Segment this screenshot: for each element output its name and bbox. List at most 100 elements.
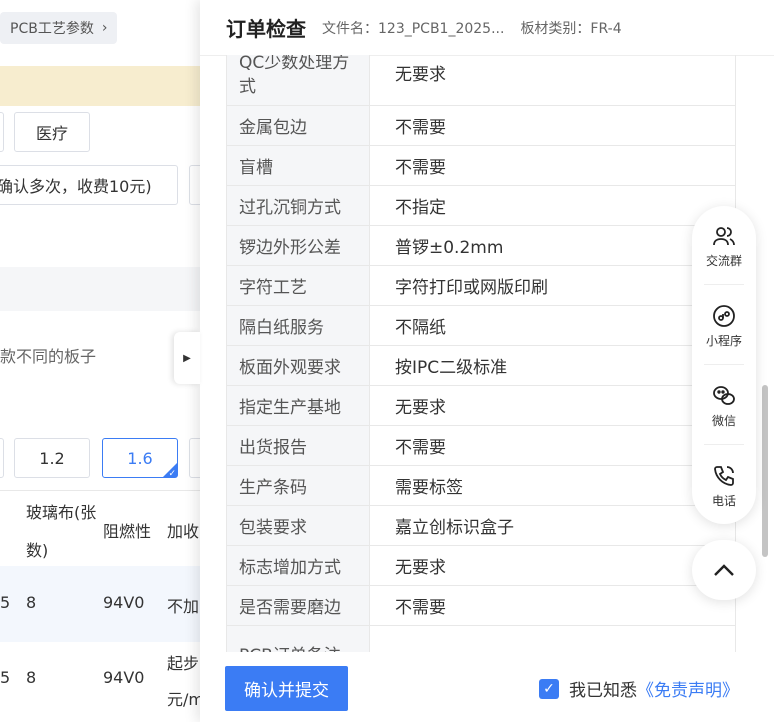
thickness-option-1-6[interactable]: 1.6 ✓ <box>102 438 178 479</box>
confirm-submit-button[interactable]: 确认并提交 <box>225 666 348 711</box>
param-value: 无要求 <box>369 55 736 106</box>
param-value <box>369 625 736 652</box>
check-icon: ✓ <box>168 469 176 479</box>
param-label: 锣边外形公差 <box>226 225 370 266</box>
param-label: 板面外观要求 <box>226 345 370 386</box>
caret-right-icon: ▶ <box>183 352 191 364</box>
table-row: 金属包边 不需要 <box>226 105 736 146</box>
thickness-label: 1.6 <box>127 448 153 468</box>
wechat-button[interactable]: 微信 <box>692 366 756 446</box>
mini-program-button[interactable]: 小程序 <box>692 286 756 366</box>
medical-button[interactable]: 医疗 <box>14 112 90 152</box>
table-header: 玻璃布(张 数) 阻燃性 加收 <box>0 490 200 567</box>
param-label: 标志增加方式 <box>226 545 370 586</box>
header-flame: 阻燃性 <box>103 522 152 541</box>
board-type: 板材类别：FR-4 <box>520 20 622 37</box>
cell: 元/m <box>167 690 204 709</box>
notice-bar <box>0 66 200 106</box>
cell: 5 <box>0 593 11 612</box>
divider <box>704 364 744 365</box>
param-value: 按IPC二级标准 <box>369 345 736 386</box>
param-value: 无要求 <box>369 545 736 586</box>
cell: 不加 <box>167 597 200 616</box>
phone-label: 电话 <box>711 493 736 508</box>
wechat-label: 微信 <box>711 413 736 428</box>
table-row: 板面外观要求 按IPC二级标准 <box>226 345 736 386</box>
cell: 8 <box>26 668 37 687</box>
param-label: 出货报告 <box>226 425 370 466</box>
param-label: 隔白纸服务 <box>226 305 370 346</box>
table-row: 标志增加方式 无要求 <box>226 545 736 586</box>
checkbox-checked-icon[interactable]: ✓ <box>539 678 559 699</box>
drawer-title: 订单检查 <box>226 17 306 41</box>
divider <box>704 284 744 285</box>
scrollbar[interactable] <box>762 55 770 652</box>
users-icon <box>713 226 735 245</box>
section-band <box>0 267 200 311</box>
table-row: 锣边外形公差 普锣±0.2mm <box>226 225 736 266</box>
param-label: 过孔沉铜方式 <box>226 185 370 226</box>
table-row: 出货报告 不需要 <box>226 425 736 466</box>
cell: 起步 <box>167 654 200 673</box>
floating-toolbar: 交流群 小程序 微信 电话 <box>692 206 756 524</box>
table-row: 生产条码 需要标签 <box>226 465 736 506</box>
drawer-header: 订单检查 文件名：123_PCB1_2025... 板材类别：FR-4 <box>200 0 774 56</box>
medical-label: 医疗 <box>35 124 68 143</box>
param-table-wrap[interactable]: QC少数处理方式 无要求 金属包边 不需要 盲槽 不需要 过孔沉铜方式 不指定 锣边外形公差 普锣… <box>226 55 736 652</box>
drawer-collapse-tab[interactable]: ▶ <box>174 332 200 384</box>
confirm-option-label: 确认多次，收费10元) <box>0 177 152 196</box>
order-check-drawer: 订单检查 文件名：123_PCB1_2025... 板材类别：FR-4 QC少数… <box>200 0 774 722</box>
table-row: 盲槽 不需要 <box>226 145 736 186</box>
table-row[interactable]: 5 8 94V0 不加 <box>0 566 200 642</box>
param-value: 需要标签 <box>369 465 736 506</box>
table-row: PCB订单备注 <box>226 625 736 652</box>
param-value: 不需要 <box>369 145 736 186</box>
cell: 94V0 <box>103 593 145 612</box>
agree-checkbox-row[interactable]: ✓ 我已知悉 《免责声明》 <box>539 676 739 701</box>
wechat-icon <box>713 385 735 405</box>
cell: 5 <box>0 668 11 687</box>
confirm-option-button[interactable]: 确认多次，收费10元) <box>0 165 178 205</box>
group-chat-button[interactable]: 交流群 <box>692 206 756 286</box>
mini-program-icon <box>713 304 735 327</box>
param-label: 字符工艺 <box>226 265 370 306</box>
table-row: QC少数处理方式 无要求 <box>226 55 736 106</box>
table-row: 字符工艺 字符打印或网版印刷 <box>226 265 736 306</box>
param-value: 不需要 <box>369 105 736 146</box>
param-label: 指定生产基地 <box>226 385 370 426</box>
param-label: 是否需要磨边 <box>226 585 370 626</box>
cell: 94V0 <box>103 668 145 687</box>
header-extra: 加收 <box>167 522 200 541</box>
agree-label: 我已知悉 <box>569 681 637 701</box>
cell: 8 <box>26 593 37 612</box>
option-left-button[interactable] <box>0 112 4 152</box>
table-row[interactable]: 5 8 94V0 起步 元/m <box>0 642 204 722</box>
param-value: 字符打印或网版印刷 <box>369 265 736 306</box>
group-chat-label: 交流群 <box>705 253 742 268</box>
param-value: 无要求 <box>369 385 736 426</box>
param-value: 不指定 <box>369 185 736 226</box>
param-label: 金属包边 <box>226 105 370 146</box>
table-row: 指定生产基地 无要求 <box>226 385 736 426</box>
thickness-label: 1.2 <box>39 448 65 468</box>
disclaimer-link[interactable]: 《免责声明》 <box>637 676 739 701</box>
chevron-right-icon: › <box>101 20 108 36</box>
drawer-footer: 确认并提交 ✓ 我已知悉 《免责声明》 <box>200 652 774 722</box>
thickness-option-left[interactable] <box>0 438 4 478</box>
chevron-up-icon <box>714 564 734 576</box>
param-label: PCB订单备注 <box>226 625 370 652</box>
param-label: 盲槽 <box>226 145 370 186</box>
header-glass: 玻璃布(张 <box>26 503 97 522</box>
phone-button[interactable]: 电话 <box>692 446 756 526</box>
table-row: 包装要求 嘉立创标识盒子 <box>226 505 736 546</box>
file-name: 文件名：123_PCB1_2025... <box>322 20 505 37</box>
table-row: 过孔沉铜方式 不指定 <box>226 185 736 226</box>
breadcrumb-label: PCB工艺参数 <box>10 21 94 37</box>
thickness-option-1-2[interactable]: 1.2 <box>14 438 90 478</box>
param-label: QC少数处理方式 <box>226 55 370 106</box>
breadcrumb[interactable]: PCB工艺参数 › <box>0 12 118 44</box>
param-value: 嘉立创标识盒子 <box>369 505 736 546</box>
back-to-top-button[interactable] <box>692 540 756 600</box>
scrollbar-thumb[interactable] <box>762 385 768 557</box>
param-table: QC少数处理方式 无要求 金属包边 不需要 盲槽 不需要 过孔沉铜方式 不指定 锣边外形公差 普锣… <box>226 55 736 652</box>
